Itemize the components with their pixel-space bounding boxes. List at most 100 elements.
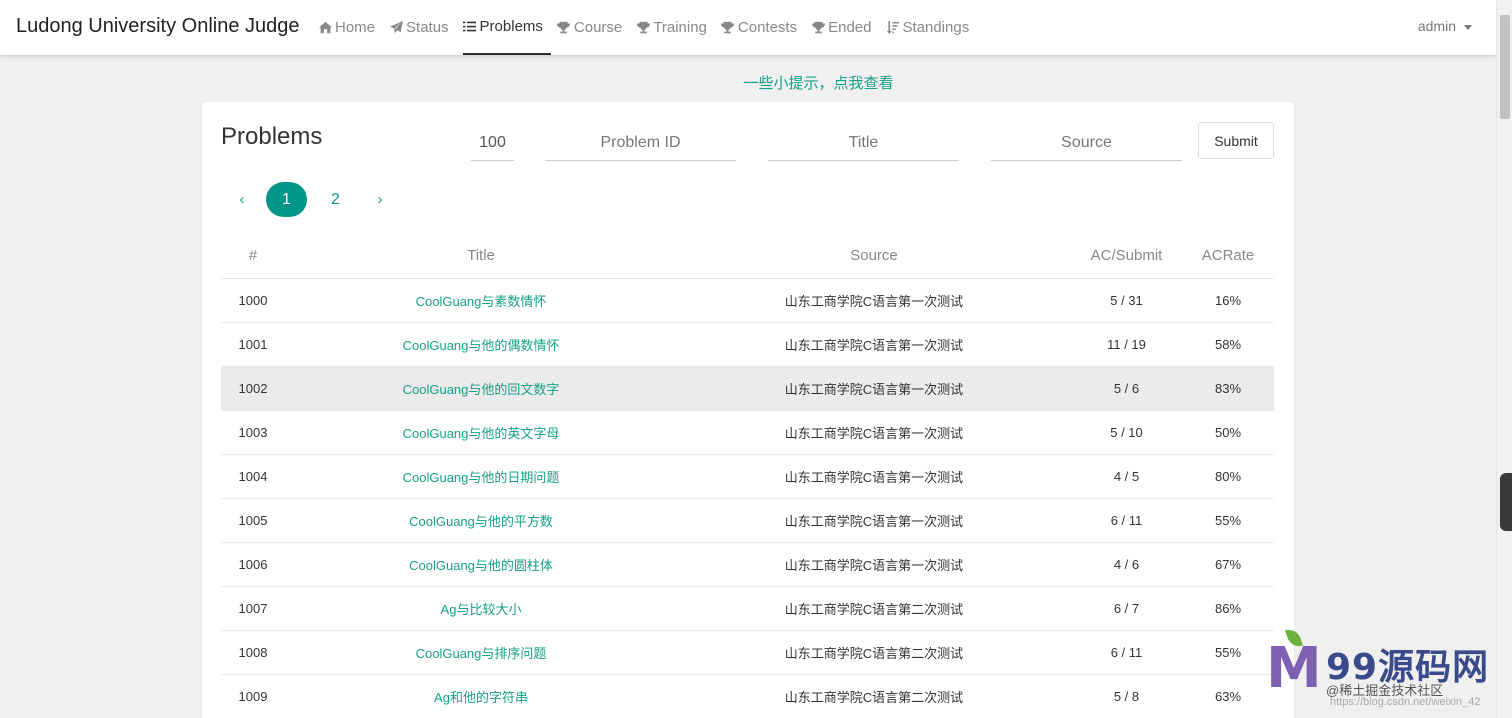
title-input[interactable] [768, 126, 959, 161]
problem-source: 山东工商学院C语言第一次测试 [677, 278, 1071, 323]
nav-course[interactable]: Course [557, 0, 630, 55]
problem-id: 1003 [221, 410, 285, 455]
problem-title-link[interactable]: CoolGuang与他的英文字母 [403, 426, 560, 441]
prev-page-button[interactable]: ‹ [222, 191, 262, 208]
nav-contests-label: Contests [737, 18, 798, 36]
tips-link[interactable]: 一些小提示，点我查看 [0, 72, 1512, 93]
problem-ac-submit: 6 / 11 [1071, 498, 1182, 543]
problem-acrate: 16% [1182, 278, 1274, 323]
problem-title-link[interactable]: CoolGuang与他的圆柱体 [409, 558, 553, 573]
col-header-acrate[interactable]: ACRate [1182, 234, 1274, 279]
col-header-source[interactable]: Source [677, 234, 1071, 279]
nav-problems-label: Problems [479, 17, 543, 35]
problem-title-link[interactable]: CoolGuang与排序问题 [416, 646, 547, 661]
problem-source: 山东工商学院C语言第一次测试 [677, 542, 1071, 587]
problem-acrate: 55% [1182, 630, 1274, 675]
nav-ended[interactable]: Ended [811, 0, 879, 55]
problem-id-input[interactable] [545, 126, 736, 161]
problem-title-link[interactable]: CoolGuang与他的偶数情怀 [403, 338, 560, 353]
nav-course-label: Course [573, 18, 623, 36]
problem-id: 1002 [221, 366, 285, 411]
user-menu[interactable]: admin [1418, 18, 1472, 34]
trophy-icon [636, 21, 650, 35]
table-row[interactable]: 1005 CoolGuang与他的平方数 山东工商学院C语言第一次测试 6 / … [221, 498, 1274, 543]
trophy-icon [557, 21, 571, 35]
pagination: ‹ 1 2 › [222, 182, 400, 217]
source-input[interactable] [991, 126, 1182, 161]
problem-id: 1009 [221, 674, 285, 718]
table-header-row: # Title Source AC/Submit ACRate [221, 234, 1274, 279]
send-icon [389, 21, 403, 35]
table-row[interactable]: 1003 CoolGuang与他的英文字母 山东工商学院C语言第一次测试 5 /… [221, 410, 1274, 455]
problem-ac-submit: 4 / 6 [1071, 542, 1182, 587]
problem-acrate: 55% [1182, 498, 1274, 543]
problem-acrate: 58% [1182, 322, 1274, 367]
page-scrollbar[interactable] [1496, 0, 1512, 718]
nav-training-label: Training [653, 18, 707, 36]
table-row[interactable]: 1006 CoolGuang与他的圆柱体 山东工商学院C语言第一次测试 4 / … [221, 542, 1274, 587]
problem-title-link[interactable]: CoolGuang与他的回文数字 [403, 382, 560, 397]
nav-home[interactable]: Home [318, 0, 383, 55]
problem-source: 山东工商学院C语言第一次测试 [677, 498, 1071, 543]
problem-id: 1004 [221, 454, 285, 499]
user-name: admin [1417, 18, 1456, 34]
problem-source: 山东工商学院C语言第一次测试 [677, 322, 1071, 367]
top-navbar: Ludong University Online Judge Home Stat… [0, 0, 1496, 55]
table-row[interactable]: 1001 CoolGuang与他的偶数情怀 山东工商学院C语言第一次测试 11 … [221, 322, 1274, 367]
problem-id: 1005 [221, 498, 285, 543]
problem-source: 山东工商学院C语言第一次测试 [677, 366, 1071, 411]
problems-panel: Problems Submit ‹ 1 2 › # Title Source A… [202, 102, 1294, 718]
col-header-ac-submit[interactable]: AC/Submit [1071, 234, 1182, 279]
problem-acrate: 50% [1182, 410, 1274, 455]
problem-source: 山东工商学院C语言第二次测试 [677, 630, 1071, 675]
problem-source: 山东工商学院C语言第一次测试 [677, 410, 1071, 455]
problem-ac-submit: 6 / 11 [1071, 630, 1182, 675]
nav-training[interactable]: Training [636, 0, 715, 55]
col-header-title[interactable]: Title [285, 234, 677, 279]
problem-title-link[interactable]: Ag与比较大小 [441, 602, 522, 617]
table-row-hovered[interactable]: 1002 CoolGuang与他的回文数字 山东工商学院C语言第一次测试 5 /… [221, 366, 1274, 411]
table-row[interactable]: 1004 CoolGuang与他的日期问题 山东工商学院C语言第一次测试 4 /… [221, 454, 1274, 499]
nav-status[interactable]: Status [389, 0, 457, 55]
problem-source: 山东工商学院C语言第一次测试 [677, 454, 1071, 499]
sort-icon [885, 21, 899, 35]
submit-button[interactable]: Submit [1198, 122, 1274, 159]
problem-source: 山东工商学院C语言第二次测试 [677, 674, 1071, 718]
col-header-id[interactable]: # [221, 234, 285, 279]
list-icon [463, 20, 477, 34]
problem-title-link[interactable]: CoolGuang与他的日期问题 [403, 470, 560, 485]
next-page-button[interactable]: › [360, 191, 400, 208]
table-row[interactable]: 1007 Ag与比较大小 山东工商学院C语言第二次测试 6 / 7 86% [221, 586, 1274, 631]
problem-title-link[interactable]: CoolGuang与他的平方数 [409, 514, 553, 529]
nav-home-label: Home [335, 18, 376, 36]
nav-problems[interactable]: Problems [462, 0, 551, 55]
nav-status-label: Status [406, 18, 449, 36]
table-row[interactable]: 1009 Ag和他的字符串 山东工商学院C语言第二次测试 5 / 8 63% [221, 674, 1274, 718]
problem-acrate: 63% [1182, 674, 1274, 718]
problem-acrate: 86% [1182, 586, 1274, 631]
nav-contests[interactable]: Contests [721, 0, 805, 55]
watermark-logo: M 99源码网 @稀土掘金技术社区 https://blog.csdn.net/… [1266, 626, 1496, 718]
home-icon [318, 21, 332, 35]
table-row[interactable]: 1000 CoolGuang与素数情怀 山东工商学院C语言第一次测试 5 / 3… [221, 278, 1274, 323]
problem-id: 1006 [221, 542, 285, 587]
problem-acrate: 67% [1182, 542, 1274, 587]
problem-acrate: 83% [1182, 366, 1274, 411]
problem-ac-submit: 5 / 10 [1071, 410, 1182, 455]
page-2-button[interactable]: 2 [315, 182, 356, 217]
side-widget-tab[interactable] [1500, 473, 1512, 531]
problem-title-link[interactable]: CoolGuang与素数情怀 [416, 294, 547, 309]
nav-standings[interactable]: Standings [885, 0, 977, 55]
problem-source: 山东工商学院C语言第二次测试 [677, 586, 1071, 631]
panel-title: Problems [221, 123, 323, 150]
scrollbar-thumb[interactable] [1500, 15, 1510, 119]
trophy-icon [721, 21, 735, 35]
limit-input[interactable] [471, 126, 514, 161]
page-1-button[interactable]: 1 [266, 182, 307, 217]
table-row[interactable]: 1008 CoolGuang与排序问题 山东工商学院C语言第二次测试 6 / 1… [221, 630, 1274, 675]
watermark-letter: M [1266, 636, 1322, 701]
problems-table: # Title Source AC/Submit ACRate 1000 Coo… [221, 234, 1274, 718]
problem-title-link[interactable]: Ag和他的字符串 [434, 690, 528, 705]
site-brand[interactable]: Ludong University Online Judge [16, 15, 300, 38]
nav-ended-label: Ended [828, 18, 872, 36]
